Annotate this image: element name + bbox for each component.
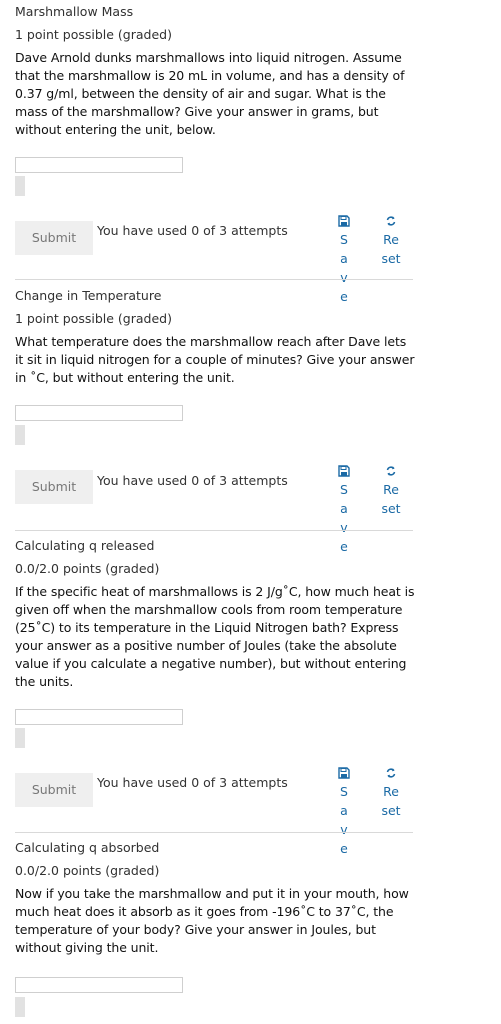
answer-input[interactable] [15, 405, 183, 421]
submit-button[interactable]: Submit [15, 221, 93, 255]
problem-title: Change in Temperature [15, 288, 162, 303]
problem-title: Calculating q absorbed [15, 840, 160, 855]
problem-calculating-q-released: Calculating q released 0.0/2.0 points (g… [15, 537, 415, 691]
floppy-disk-icon [331, 765, 357, 781]
reset-button[interactable]: Reset [378, 765, 404, 820]
answer-input[interactable] [15, 709, 183, 725]
floppy-disk-icon [331, 213, 357, 229]
problem-page: Marshmallow Mass 1 point possible (grade… [0, 0, 501, 1024]
problem-change-in-temperature: Change in Temperature 1 point possible (… [15, 287, 415, 387]
refresh-icon [378, 765, 404, 781]
reset-label: Reset [381, 482, 401, 516]
reset-label: Reset [381, 232, 401, 266]
problem-prompt: If the specific heat of marshmallows is … [15, 584, 415, 689]
problem-points: 1 point possible (graded) [15, 27, 172, 42]
status-indicator [15, 425, 25, 445]
submit-button[interactable]: Submit [15, 470, 93, 504]
floppy-disk-icon [331, 463, 357, 479]
problem-points: 0.0/2.0 points (graded) [15, 863, 160, 878]
status-indicator [15, 997, 25, 1017]
problem-points: 1 point possible (graded) [15, 311, 172, 326]
refresh-icon [378, 463, 404, 479]
reset-button[interactable]: Reset [378, 213, 404, 268]
attempts-count: You have used 0 of 3 attempts [97, 473, 288, 488]
problem-prompt: Dave Arnold dunks marshmallows into liqu… [15, 50, 405, 137]
section-divider [15, 530, 413, 531]
answer-input[interactable] [15, 977, 183, 993]
submit-button[interactable]: Submit [15, 773, 93, 807]
problem-title: Calculating q released [15, 538, 155, 553]
problem-prompt: Now if you take the marshmallow and put … [15, 886, 409, 955]
status-indicator [15, 728, 25, 748]
problem-title: Marshmallow Mass [15, 4, 134, 19]
problem-points: 0.0/2.0 points (graded) [15, 561, 160, 576]
section-divider [15, 279, 413, 280]
reset-button[interactable]: Reset [378, 463, 404, 518]
problem-calculating-q-absorbed: Calculating q absorbed 0.0/2.0 points (g… [15, 839, 415, 957]
section-divider [15, 832, 413, 833]
attempts-count: You have used 0 of 3 attempts [97, 223, 288, 238]
attempts-count: You have used 0 of 3 attempts [97, 775, 288, 790]
refresh-icon [378, 213, 404, 229]
problem-prompt: What temperature does the marshmallow re… [15, 334, 415, 385]
status-indicator [15, 176, 25, 196]
reset-label: Reset [381, 784, 401, 818]
problem-marshmallow-mass: Marshmallow Mass 1 point possible (grade… [15, 3, 415, 139]
answer-input[interactable] [15, 157, 183, 173]
